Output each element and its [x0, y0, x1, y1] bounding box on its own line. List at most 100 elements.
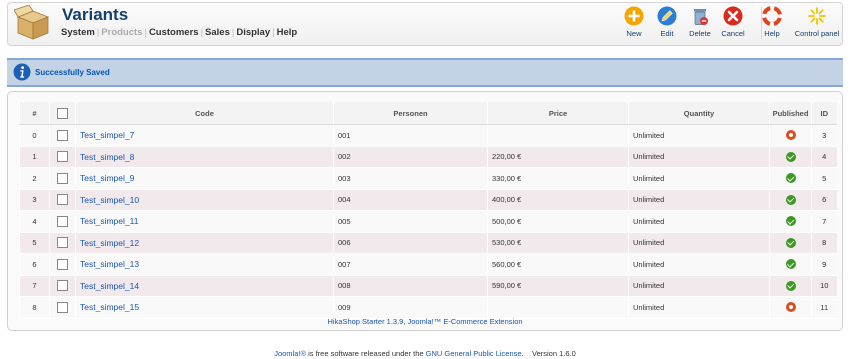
row-checkbox[interactable]: [57, 172, 68, 184]
quantity-cell: Unlimited: [628, 189, 770, 211]
id-cell: 9: [811, 253, 837, 276]
row-checkbox[interactable]: [57, 301, 68, 313]
code-cell: Test_simpel_11: [75, 210, 334, 233]
table-row: 4 Test_simpel_11 005 500,00 € Unlimited 7: [19, 210, 837, 233]
row-number: 5: [19, 232, 50, 254]
personen-cell: 006: [333, 232, 488, 254]
table-row: 8 Test_simpel_15 009 Unlimited 11: [19, 296, 837, 319]
variant-code-link[interactable]: Test_simpel_7: [80, 130, 134, 140]
row-number: 8: [19, 296, 50, 319]
credit-line: Joomla!® is free software released under…: [0, 349, 850, 358]
gpl-license-link[interactable]: GNU General Public License: [426, 349, 522, 358]
variant-code-link[interactable]: Test_simpel_11: [80, 216, 138, 226]
row-checkbox[interactable]: [57, 194, 68, 206]
page-title: Variants: [62, 5, 129, 24]
unpublished-icon[interactable]: [785, 130, 796, 141]
column-header-id[interactable]: ID: [811, 102, 837, 125]
lifebuoy-icon: [762, 6, 782, 26]
variant-code-link[interactable]: Test_simpel_15: [80, 302, 139, 312]
extension-footer[interactable]: HikaShop Starter 1.3.9, Joomla!™ E-Comme…: [8, 317, 842, 326]
published-check-icon[interactable]: [785, 259, 796, 270]
personen-cell: 001: [333, 124, 488, 147]
published-check-icon[interactable]: [785, 194, 796, 205]
trash-icon: [694, 9, 708, 25]
published-cell: [769, 189, 812, 211]
published-cell: [769, 124, 812, 147]
personen-cell: 009: [333, 296, 488, 319]
code-cell: Test_simpel_12: [75, 232, 334, 254]
menu-item-help[interactable]: Help: [277, 27, 298, 38]
quantity-cell: Unlimited: [628, 275, 770, 297]
published-cell: [769, 296, 812, 319]
select-all-checkbox[interactable]: [57, 107, 68, 119]
row-select-cell: [49, 232, 76, 254]
id-cell: 10: [811, 275, 837, 297]
column-header-published[interactable]: Published: [769, 102, 812, 125]
personen-cell: 005: [333, 210, 488, 233]
table-row: 1 Test_simpel_8 002 220,00 € Unlimited 4: [19, 146, 837, 168]
joomla-link[interactable]: Joomla!®: [274, 349, 306, 358]
published-check-icon[interactable]: [785, 280, 796, 291]
personen-cell: 003: [333, 167, 488, 190]
menu-item-customers[interactable]: Customers: [149, 27, 199, 38]
column-header-price[interactable]: Price: [487, 102, 629, 125]
published-check-icon[interactable]: [785, 216, 796, 227]
variants-table: # Code Personen Price Quantity Published…: [19, 102, 837, 319]
menu-separator: |: [200, 27, 204, 38]
row-checkbox[interactable]: [57, 237, 68, 249]
row-checkbox[interactable]: [57, 129, 68, 141]
main-menu: System | Products | Customers | Sales | Display |…: [61, 27, 297, 38]
content-panel: # Code Personen Price Quantity Published…: [7, 91, 843, 331]
code-cell: Test_simpel_7: [75, 124, 334, 147]
menu-item-display[interactable]: Display: [236, 27, 270, 38]
row-checkbox[interactable]: [57, 151, 68, 163]
table-header-row: # Code Personen Price Quantity Published…: [19, 102, 837, 125]
menu-separator: |: [96, 27, 100, 38]
box-icon: [14, 5, 50, 40]
price-cell: 220,00 €: [487, 146, 629, 168]
row-checkbox[interactable]: [57, 280, 68, 292]
row-select-cell: [49, 275, 76, 297]
header: Variants System | Products | Customers | Sales…: [7, 2, 843, 46]
unpublished-icon[interactable]: [785, 302, 796, 313]
row-number: 1: [19, 146, 50, 168]
help-button[interactable]: Help: [752, 3, 792, 38]
personen-cell: 002: [333, 146, 488, 168]
info-icon: [13, 63, 31, 81]
variant-code-link[interactable]: Test_simpel_10: [80, 195, 139, 205]
menu-item-products: Products: [101, 27, 143, 38]
variant-code-link[interactable]: Test_simpel_9: [80, 173, 134, 183]
table-row: 3 Test_simpel_10 004 400,00 € Unlimited 6: [19, 189, 837, 211]
code-cell: Test_simpel_10: [75, 189, 334, 211]
variant-code-link[interactable]: Test_simpel_12: [80, 238, 139, 248]
column-header-code[interactable]: Code: [75, 102, 334, 125]
menu-item-sales[interactable]: Sales: [205, 27, 230, 38]
personen-cell: 007: [333, 253, 488, 276]
row-number: 3: [19, 189, 50, 211]
credit-text: is free software released under the: [306, 349, 426, 358]
column-header-personen[interactable]: Personen: [333, 102, 488, 125]
table-row: 6 Test_simpel_13 007 560,00 € Unlimited 9: [19, 253, 837, 276]
published-check-icon[interactable]: [785, 173, 796, 184]
variant-code-link[interactable]: Test_simpel_8: [80, 152, 134, 162]
row-checkbox[interactable]: [57, 258, 68, 270]
published-cell: [769, 253, 812, 276]
control-panel-button[interactable]: Control panel: [792, 3, 842, 38]
menu-item-system[interactable]: System: [61, 27, 95, 38]
row-select-cell: [49, 210, 76, 233]
column-header-quantity[interactable]: Quantity: [628, 102, 770, 125]
row-checkbox[interactable]: [57, 215, 68, 227]
column-header-num: #: [19, 102, 50, 125]
table-row: 2 Test_simpel_9 003 330,00 € Unlimited 5: [19, 167, 837, 190]
price-cell: 560,00 €: [487, 253, 629, 276]
cancel-button[interactable]: Cancel: [713, 3, 753, 38]
variant-code-link[interactable]: Test_simpel_14: [80, 281, 139, 291]
variant-code-link[interactable]: Test_simpel_13: [80, 259, 139, 269]
menu-separator: |: [231, 27, 235, 38]
plus-circle-icon: [624, 6, 644, 26]
row-select-cell: [49, 296, 76, 319]
row-number: 4: [19, 210, 50, 233]
published-check-icon[interactable]: [785, 151, 796, 162]
published-check-icon[interactable]: [785, 237, 796, 248]
published-cell: [769, 167, 812, 190]
